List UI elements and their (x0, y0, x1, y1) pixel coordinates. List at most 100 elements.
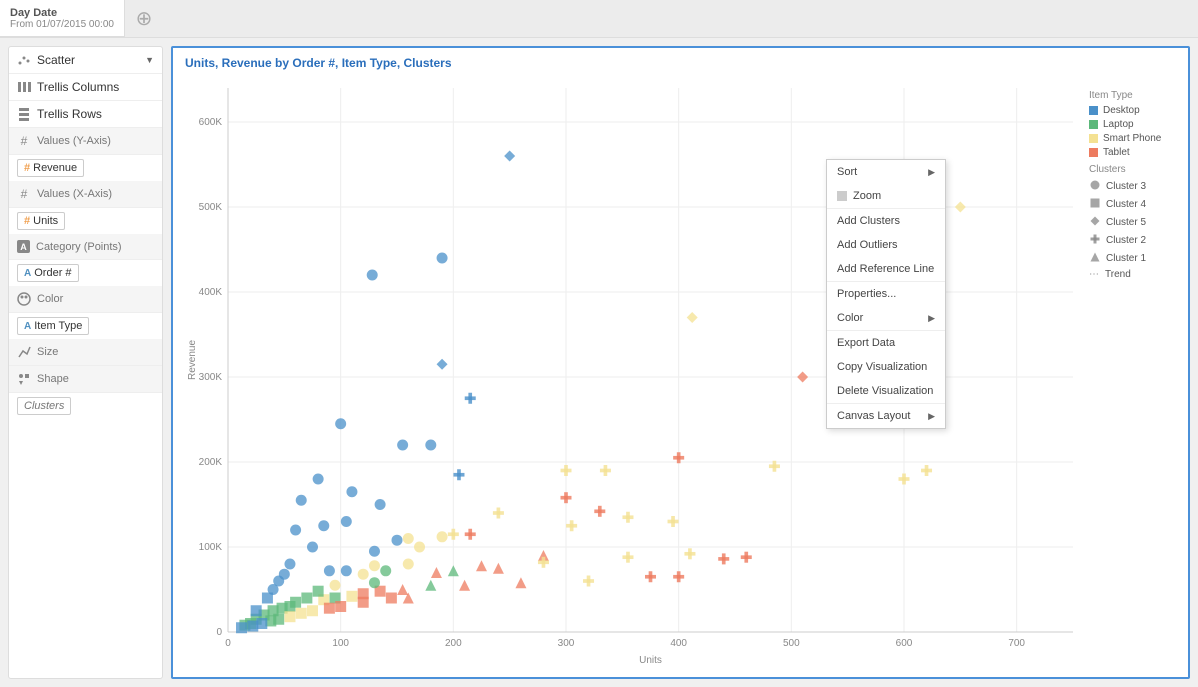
data-point[interactable] (561, 492, 572, 503)
data-point[interactable] (403, 559, 414, 570)
menu-sort[interactable]: Sort ▶ (827, 160, 945, 184)
add-filter-button[interactable]: ⊕ (125, 0, 163, 38)
data-point[interactable] (369, 560, 380, 571)
data-point[interactable] (431, 567, 442, 578)
data-point[interactable] (358, 597, 369, 608)
legend-trend[interactable]: ⋯ Trend (1089, 269, 1178, 280)
data-point[interactable] (414, 542, 425, 553)
viz-type-selector[interactable]: Scatter ▼ (9, 47, 162, 74)
data-point[interactable] (476, 560, 487, 571)
data-point[interactable] (397, 584, 408, 595)
data-point[interactable] (453, 469, 464, 480)
scatter-plot[interactable]: 01002003004005006007000100K200K300K400K5… (183, 78, 1083, 667)
data-point[interactable] (687, 312, 698, 323)
legend-item[interactable]: Cluster 4 (1089, 197, 1178, 212)
data-point[interactable] (324, 565, 335, 576)
filter-day-date[interactable]: Day Date From 01/07/2015 00:00 (0, 0, 125, 37)
data-point[interactable] (296, 608, 307, 619)
data-point[interactable] (386, 593, 397, 604)
data-point[interactable] (284, 559, 295, 570)
data-point[interactable] (797, 372, 808, 383)
data-point[interactable] (437, 531, 448, 542)
data-point[interactable] (448, 565, 459, 576)
trellis-columns-row[interactable]: Trellis Columns (9, 74, 162, 101)
data-point[interactable] (375, 499, 386, 510)
data-point[interactable] (504, 151, 515, 162)
data-point[interactable] (346, 591, 357, 602)
shape-section[interactable]: Shape (9, 366, 162, 393)
data-point[interactable] (307, 605, 318, 616)
data-point[interactable] (318, 520, 329, 531)
color-chip[interactable]: Item Type (17, 317, 89, 335)
menu-properties[interactable]: Properties... (827, 282, 945, 306)
data-point[interactable] (358, 569, 369, 580)
data-point[interactable] (251, 605, 262, 616)
y-axis-section[interactable]: # Values (Y-Axis) (9, 128, 162, 155)
data-point[interactable] (955, 202, 966, 213)
category-section[interactable]: A Category (Points) (9, 234, 162, 260)
data-point[interactable] (247, 621, 258, 632)
data-point[interactable] (673, 571, 684, 582)
legend-item[interactable]: Cluster 5 (1089, 215, 1178, 230)
data-point[interactable] (566, 520, 577, 531)
legend-item[interactable]: Tablet (1089, 147, 1178, 158)
data-point[interactable] (437, 359, 448, 370)
data-point[interactable] (741, 552, 752, 563)
data-point[interactable] (465, 529, 476, 540)
data-point[interactable] (369, 546, 380, 557)
data-point[interactable] (622, 512, 633, 523)
menu-export[interactable]: Export Data (827, 331, 945, 355)
data-point[interactable] (341, 516, 352, 527)
data-point[interactable] (425, 580, 436, 591)
data-point[interactable] (290, 525, 301, 536)
data-point[interactable] (459, 580, 470, 591)
data-point[interactable] (380, 565, 391, 576)
data-point[interactable] (437, 253, 448, 264)
menu-delete-viz[interactable]: Delete Visualization (827, 379, 945, 403)
data-point[interactable] (346, 486, 357, 497)
x-axis-chip[interactable]: Units (17, 212, 65, 230)
data-point[interactable] (594, 506, 605, 517)
data-point[interactable] (448, 529, 459, 540)
data-point[interactable] (284, 611, 295, 622)
data-point[interactable] (262, 593, 273, 604)
data-point[interactable] (622, 552, 633, 563)
data-point[interactable] (369, 577, 380, 588)
data-point[interactable] (561, 465, 572, 476)
data-point[interactable] (341, 565, 352, 576)
data-point[interactable] (236, 622, 247, 633)
data-point[interactable] (392, 535, 403, 546)
legend-item[interactable]: Laptop (1089, 119, 1178, 130)
size-section[interactable]: Size (9, 339, 162, 366)
data-point[interactable] (301, 593, 312, 604)
y-axis-chip[interactable]: Revenue (17, 159, 84, 177)
category-chip[interactable]: Order # (17, 264, 79, 282)
data-point[interactable] (425, 440, 436, 451)
menu-copy-viz[interactable]: Copy Visualization (827, 355, 945, 379)
data-point[interactable] (313, 586, 324, 597)
x-axis-section[interactable]: # Values (X-Axis) (9, 181, 162, 208)
data-point[interactable] (515, 577, 526, 588)
legend-item[interactable]: Cluster 1 (1089, 251, 1178, 266)
data-point[interactable] (645, 571, 656, 582)
chart-panel[interactable]: Units, Revenue by Order #, Item Type, Cl… (171, 46, 1190, 679)
data-point[interactable] (718, 553, 729, 564)
color-section[interactable]: Color (9, 286, 162, 313)
data-point[interactable] (403, 533, 414, 544)
data-point[interactable] (296, 495, 307, 506)
legend-item[interactable]: Desktop (1089, 105, 1178, 116)
data-point[interactable] (668, 516, 679, 527)
data-point[interactable] (335, 601, 346, 612)
menu-add-clusters[interactable]: Add Clusters (827, 209, 945, 233)
data-point[interactable] (324, 603, 335, 614)
shape-chip[interactable]: Clusters (17, 397, 71, 415)
data-point[interactable] (684, 548, 695, 559)
data-point[interactable] (921, 465, 932, 476)
data-point[interactable] (899, 474, 910, 485)
data-point[interactable] (600, 465, 611, 476)
data-point[interactable] (335, 418, 346, 429)
data-point[interactable] (307, 542, 318, 553)
trellis-rows-row[interactable]: Trellis Rows (9, 101, 162, 128)
data-point[interactable] (493, 563, 504, 574)
data-point[interactable] (367, 270, 378, 281)
